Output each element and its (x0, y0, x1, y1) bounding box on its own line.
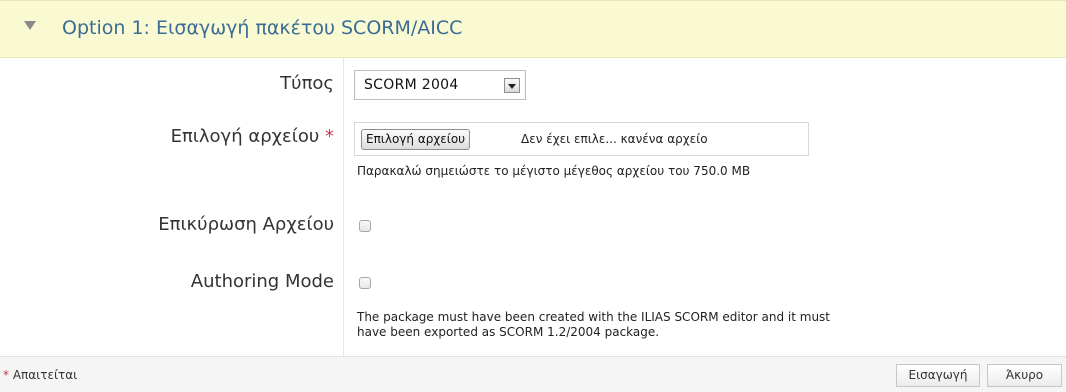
file-label: Επιλογή αρχείου * (171, 126, 334, 147)
collapse-triangle-icon[interactable] (24, 21, 36, 30)
authoring-label: Authoring Mode (190, 271, 334, 292)
panel-title: Option 1: Εισαγωγή πακέτου SCORM/AICC (62, 17, 463, 39)
type-select[interactable]: SCORM 2004 (354, 70, 526, 100)
cancel-button[interactable]: Άκυρο (987, 364, 1062, 387)
validate-checkbox[interactable] (359, 220, 371, 232)
file-size-hint: Παρακαλώ σημειώστε το μέγιστο μέγεθος αρ… (357, 164, 751, 178)
required-asterisk: * (325, 126, 334, 147)
file-label-text: Επιλογή αρχείου (170, 126, 320, 147)
file-status-text: Δεν έχει επιλε... κανένα αρχείο (521, 132, 708, 146)
label-column (0, 58, 343, 356)
authoring-hint-line-1: The package must have been created with … (357, 310, 831, 324)
type-select-value: SCORM 2004 (364, 77, 459, 93)
file-input[interactable]: Επιλογή αρχείου Δεν έχει επιλε... κανένα… (354, 122, 809, 156)
required-note-asterisk: * (3, 368, 9, 382)
required-note-text: Απαιτείται (12, 368, 78, 382)
column-divider (343, 58, 344, 356)
required-note: * Απαιτείται (3, 368, 77, 382)
validate-label: Επικύρωση Αρχείου (158, 214, 334, 235)
form-footer: * Απαιτείται Εισαγωγή Άκυρο (0, 356, 1066, 392)
authoring-hint-line-2: have been exported as SCORM 1.2/2004 pac… (357, 325, 660, 339)
type-label: Τύπος (280, 73, 334, 94)
import-button[interactable]: Εισαγωγή (896, 364, 980, 387)
panel-header[interactable]: Option 1: Εισαγωγή πακέτου SCORM/AICC (0, 0, 1066, 58)
choose-file-button[interactable]: Επιλογή αρχείου (361, 129, 471, 150)
dropdown-arrow-icon[interactable] (504, 78, 520, 93)
authoring-checkbox[interactable] (359, 277, 371, 289)
